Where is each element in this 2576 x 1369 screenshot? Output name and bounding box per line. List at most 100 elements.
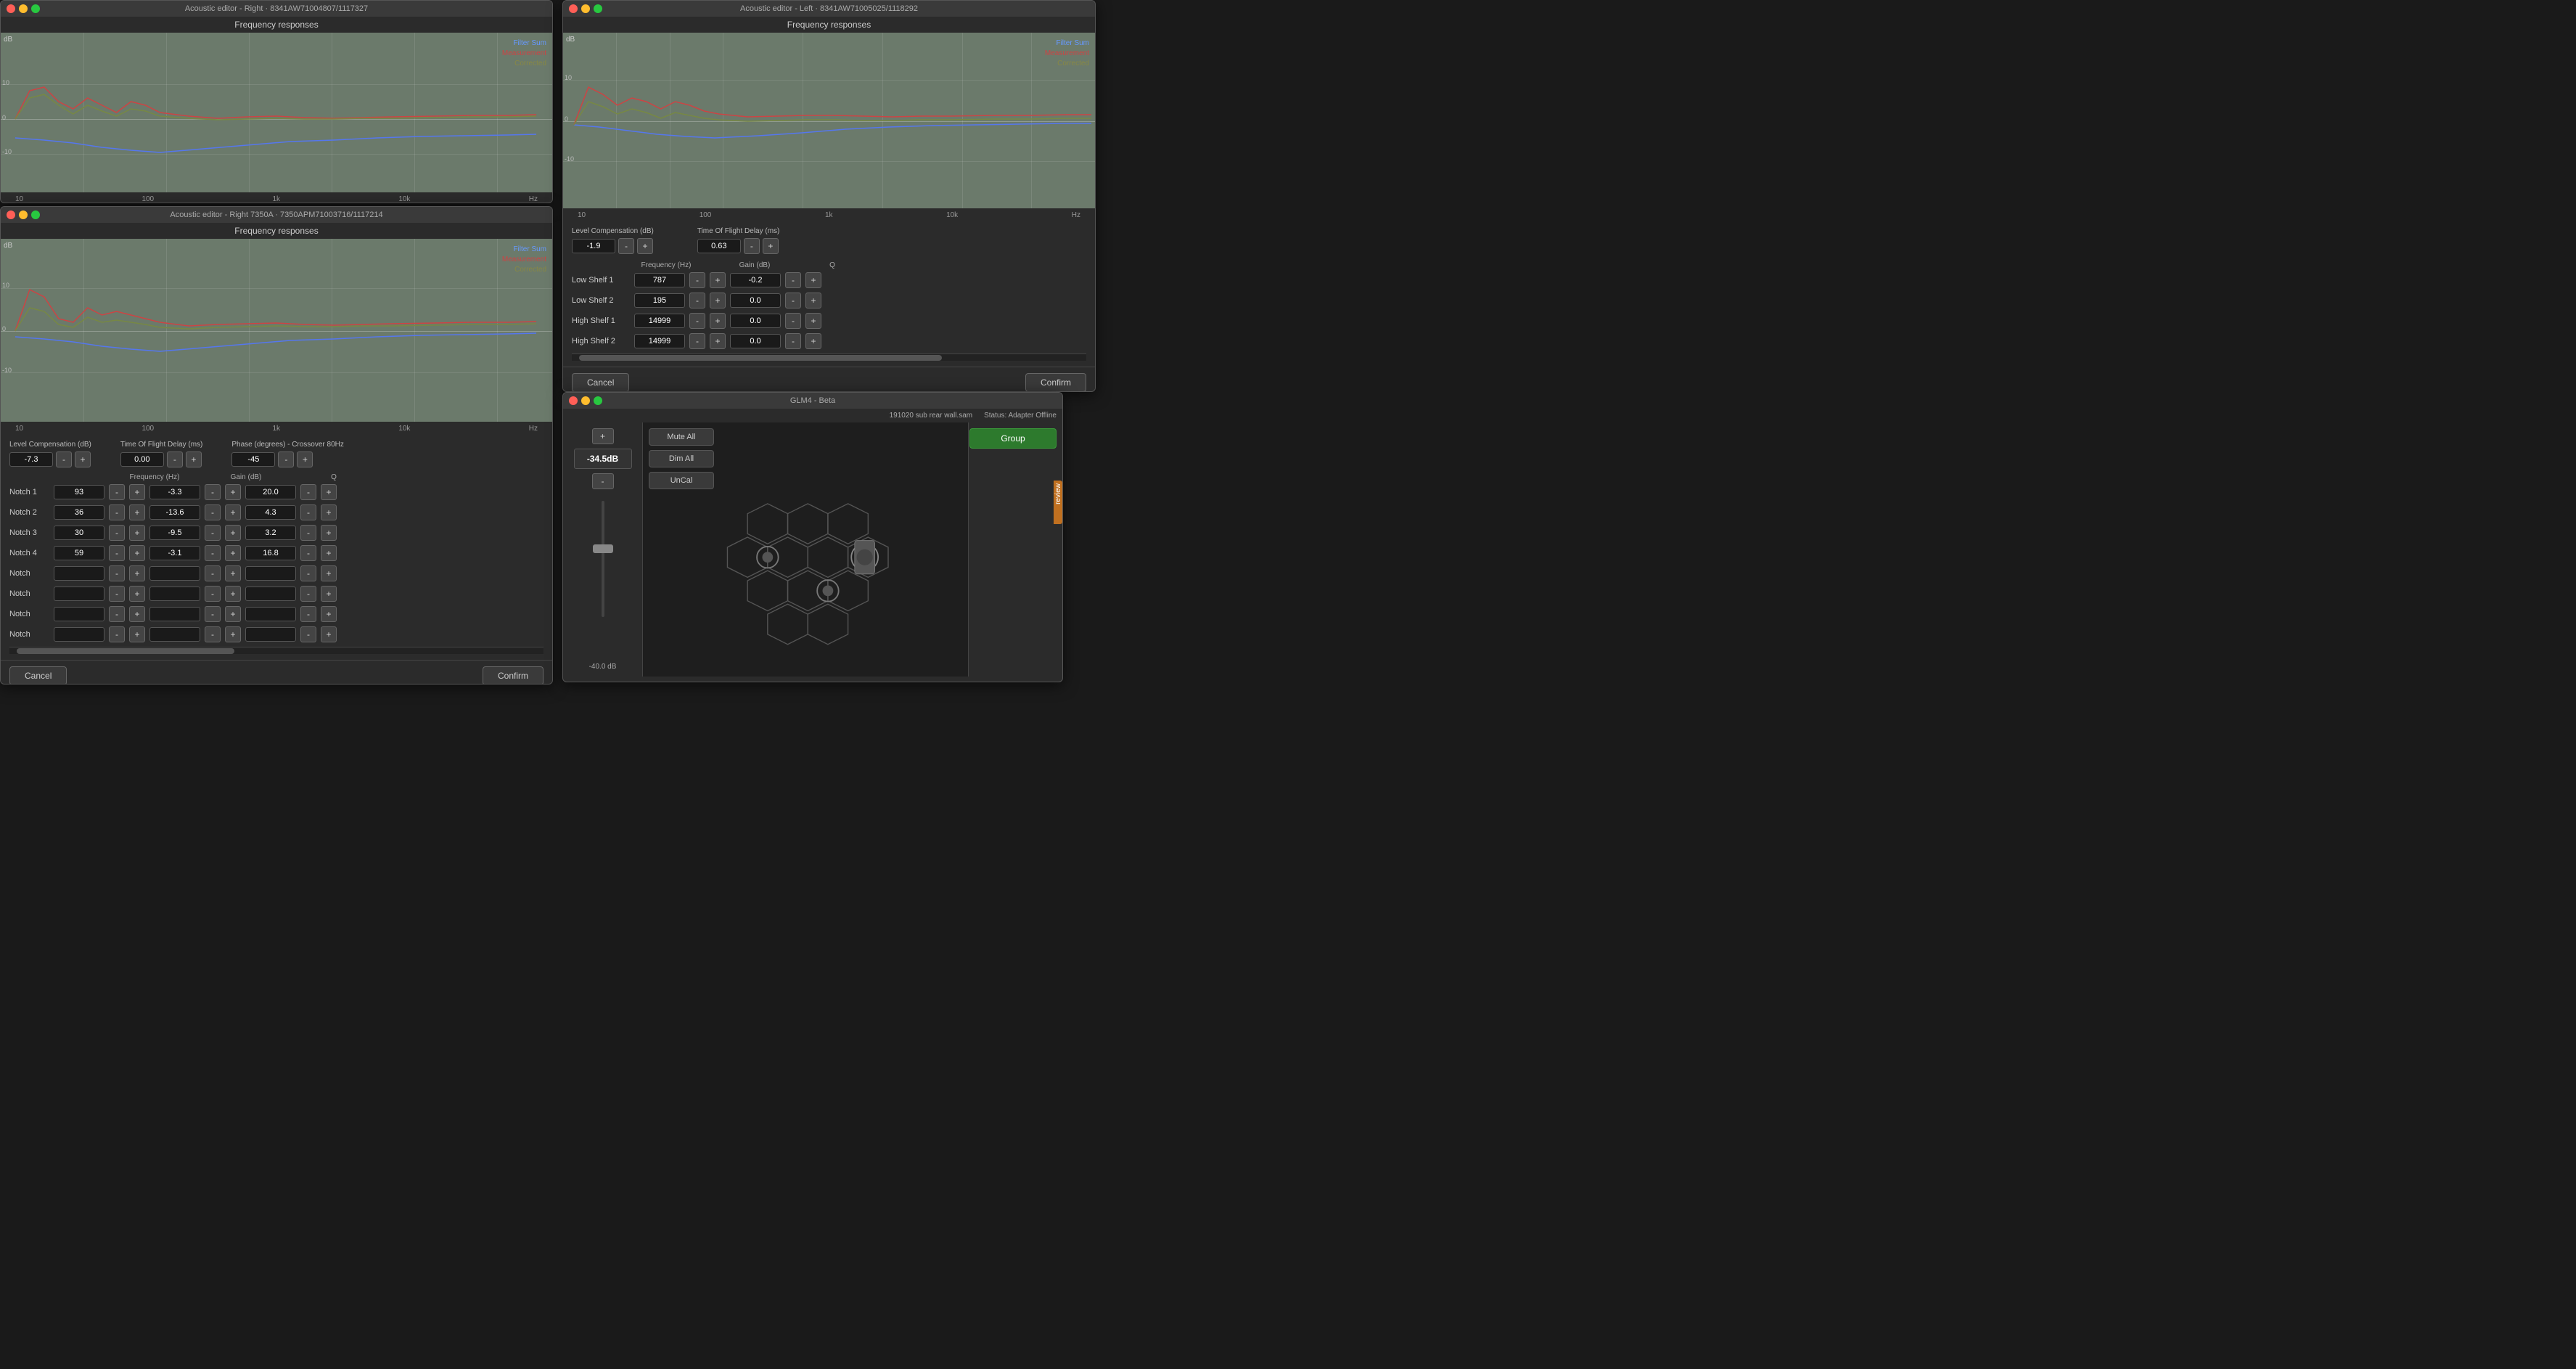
low-shelf-1-gain[interactable] bbox=[730, 273, 781, 287]
notch-3-q-plus[interactable]: + bbox=[321, 525, 337, 541]
hs1-freq-minus[interactable]: - bbox=[689, 313, 705, 329]
notch-1-freq-minus[interactable]: - bbox=[109, 484, 125, 500]
notch-2-gain[interactable] bbox=[149, 505, 200, 520]
notch-5-gain[interactable] bbox=[149, 566, 200, 581]
notch-4-q[interactable] bbox=[245, 546, 296, 560]
notch-1-q-minus[interactable]: - bbox=[300, 484, 316, 500]
cancel-button[interactable]: Cancel bbox=[9, 666, 67, 684]
hs1-gain-plus[interactable]: + bbox=[805, 313, 821, 329]
mute-all-button[interactable]: Mute All bbox=[649, 428, 714, 446]
maximize-button[interactable] bbox=[594, 396, 602, 405]
scrollbar-thumb[interactable] bbox=[17, 648, 234, 654]
volume-plus-button[interactable]: + bbox=[592, 428, 614, 444]
notch-8-q-minus[interactable]: - bbox=[300, 626, 316, 642]
scrollbar-thumb[interactable] bbox=[579, 355, 942, 361]
notch-6-gain-minus[interactable]: - bbox=[205, 586, 221, 602]
level-comp-minus[interactable]: - bbox=[56, 451, 72, 467]
notch-5-gain-plus[interactable]: + bbox=[225, 565, 241, 581]
low-shelf-2-gain[interactable] bbox=[730, 293, 781, 308]
notch-8-q-plus[interactable]: + bbox=[321, 626, 337, 642]
high-shelf-2-freq[interactable] bbox=[634, 334, 685, 348]
high-shelf-2-gain[interactable] bbox=[730, 334, 781, 348]
notch-1-gain-plus[interactable]: + bbox=[225, 484, 241, 500]
level-plus[interactable]: + bbox=[637, 238, 653, 254]
notch-6-gain-plus[interactable]: + bbox=[225, 586, 241, 602]
notch-1-gain[interactable] bbox=[149, 485, 200, 499]
ls2-gain-plus[interactable]: + bbox=[805, 293, 821, 308]
notch-6-q-minus[interactable]: - bbox=[300, 586, 316, 602]
notch-6-q-plus[interactable]: + bbox=[321, 586, 337, 602]
scrollbar[interactable] bbox=[572, 354, 1086, 361]
close-button[interactable] bbox=[569, 4, 578, 13]
notch-4-freq[interactable] bbox=[54, 546, 104, 560]
hs2-freq-minus[interactable]: - bbox=[689, 333, 705, 349]
notch-8-freq-minus[interactable]: - bbox=[109, 626, 125, 642]
confirm-button[interactable]: Confirm bbox=[1025, 373, 1086, 392]
notch-3-q[interactable] bbox=[245, 526, 296, 540]
notch-6-freq-minus[interactable]: - bbox=[109, 586, 125, 602]
notch-2-freq-plus[interactable]: + bbox=[129, 504, 145, 520]
notch-7-freq-plus[interactable]: + bbox=[129, 606, 145, 622]
phase-plus[interactable]: + bbox=[297, 451, 313, 467]
window-controls[interactable] bbox=[7, 4, 40, 13]
hs2-gain-plus[interactable]: + bbox=[805, 333, 821, 349]
notch-2-gain-plus[interactable]: + bbox=[225, 504, 241, 520]
maximize-button[interactable] bbox=[594, 4, 602, 13]
volume-minus-button[interactable]: - bbox=[592, 473, 614, 489]
notch-3-freq[interactable] bbox=[54, 526, 104, 540]
scrollbar[interactable] bbox=[9, 647, 543, 654]
tof-minus[interactable]: - bbox=[744, 238, 760, 254]
notch-4-freq-minus[interactable]: - bbox=[109, 545, 125, 561]
notch-8-freq[interactable] bbox=[54, 627, 104, 642]
minimize-button[interactable] bbox=[581, 4, 590, 13]
notch-4-gain[interactable] bbox=[149, 546, 200, 560]
preview-tab[interactable]: review bbox=[1054, 481, 1062, 524]
notch-4-q-plus[interactable]: + bbox=[321, 545, 337, 561]
notch-7-gain[interactable] bbox=[149, 607, 200, 621]
ls2-freq-minus[interactable]: - bbox=[689, 293, 705, 308]
notch-8-gain[interactable] bbox=[149, 627, 200, 642]
notch-1-freq[interactable] bbox=[54, 485, 104, 499]
ls2-gain-minus[interactable]: - bbox=[785, 293, 801, 308]
hs1-gain-minus[interactable]: - bbox=[785, 313, 801, 329]
ls1-freq-plus[interactable]: + bbox=[710, 272, 726, 288]
notch-7-q-plus[interactable]: + bbox=[321, 606, 337, 622]
ls1-gain-plus[interactable]: + bbox=[805, 272, 821, 288]
group-button[interactable]: Group bbox=[969, 428, 1057, 449]
hs2-gain-minus[interactable]: - bbox=[785, 333, 801, 349]
level-comp-plus[interactable]: + bbox=[75, 451, 91, 467]
high-shelf-1-gain[interactable] bbox=[730, 314, 781, 328]
notch-3-gain-minus[interactable]: - bbox=[205, 525, 221, 541]
notch-7-freq[interactable] bbox=[54, 607, 104, 621]
window-controls[interactable] bbox=[569, 4, 602, 13]
notch-5-freq[interactable] bbox=[54, 566, 104, 581]
notch-7-gain-plus[interactable]: + bbox=[225, 606, 241, 622]
level-comp-input[interactable]: -7.3 bbox=[9, 452, 53, 467]
notch-2-q[interactable] bbox=[245, 505, 296, 520]
notch-5-q[interactable] bbox=[245, 566, 296, 581]
dim-all-button[interactable]: Dim All bbox=[649, 450, 714, 467]
notch-1-gain-minus[interactable]: - bbox=[205, 484, 221, 500]
notch-5-q-minus[interactable]: - bbox=[300, 565, 316, 581]
phase-minus[interactable]: - bbox=[278, 451, 294, 467]
high-shelf-1-freq[interactable] bbox=[634, 314, 685, 328]
notch-2-gain-minus[interactable]: - bbox=[205, 504, 221, 520]
notch-8-freq-plus[interactable]: + bbox=[129, 626, 145, 642]
notch-8-q[interactable] bbox=[245, 627, 296, 642]
minimize-button[interactable] bbox=[19, 4, 28, 13]
notch-3-q-minus[interactable]: - bbox=[300, 525, 316, 541]
notch-7-gain-minus[interactable]: - bbox=[205, 606, 221, 622]
window-controls[interactable] bbox=[569, 396, 602, 405]
low-shelf-2-freq[interactable] bbox=[634, 293, 685, 308]
notch-7-freq-minus[interactable]: - bbox=[109, 606, 125, 622]
notch-5-freq-minus[interactable]: - bbox=[109, 565, 125, 581]
confirm-button[interactable]: Confirm bbox=[483, 666, 543, 684]
notch-4-q-minus[interactable]: - bbox=[300, 545, 316, 561]
window-controls[interactable] bbox=[7, 211, 40, 219]
notch-8-gain-plus[interactable]: + bbox=[225, 626, 241, 642]
hs1-freq-plus[interactable]: + bbox=[710, 313, 726, 329]
uncal-button[interactable]: UnCal bbox=[649, 472, 714, 489]
notch-4-freq-plus[interactable]: + bbox=[129, 545, 145, 561]
ls1-freq-minus[interactable]: - bbox=[689, 272, 705, 288]
ls2-freq-plus[interactable]: + bbox=[710, 293, 726, 308]
